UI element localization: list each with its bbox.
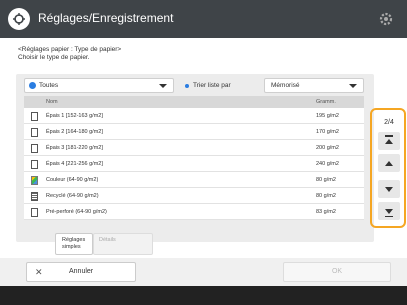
chevron-down-icon [159, 84, 167, 88]
arrow-up-icon [385, 160, 393, 166]
detail-label: Détails [99, 237, 116, 243]
filter-dropdown[interactable]: Toutes [24, 78, 174, 93]
page-title: Réglages/Enregistrement [38, 11, 174, 25]
filter-dot-icon [29, 82, 36, 89]
sort-label-text: Trier liste par [193, 82, 231, 89]
row-name: Couleur (64-90 g/m2) [46, 177, 99, 183]
sort-dot-icon [185, 84, 189, 88]
cancel-label: Annuler [69, 268, 94, 275]
row-thickness: 80 g/m2 [316, 177, 336, 183]
row-name: Épais 3 [181-220 g/m2] [46, 145, 103, 151]
arrow-up-icon [385, 138, 393, 144]
row-name: Épais 2 [164-180 g/m2] [46, 129, 103, 135]
instruction-line-2: Choisir le type de papier. [18, 54, 90, 61]
table-row[interactable]: Pré-perforé (64-90 g/m2) 83 g/m2 [24, 204, 364, 220]
table-row[interactable]: Épais 4 [221-256 g/m2] 240 g/m2 [24, 156, 364, 172]
gear-icon[interactable] [377, 10, 395, 28]
close-icon: ✕ [35, 267, 43, 277]
sort-value: Mémorisé [271, 82, 300, 89]
settings-wrench-icon [8, 8, 30, 30]
row-thickness: 200 g/m2 [316, 145, 339, 151]
paper-type-panel: Toutes Trier liste par Mémorisé Nom Gram… [16, 74, 374, 242]
row-thickness: 240 g/m2 [316, 161, 339, 167]
instruction-line-1: <Réglages papier : Type de papier> [18, 46, 122, 53]
instructions: <Réglages papier : Type de papier> Chois… [18, 46, 121, 62]
scroll-up-button[interactable] [378, 154, 400, 172]
row-thickness: 80 g/m2 [316, 193, 336, 199]
column-header-thickness: Gramm. [316, 99, 336, 105]
table-row[interactable]: Épais 2 [164-180 g/m2] 170 g/m2 [24, 124, 364, 140]
arrow-down-icon [385, 186, 393, 192]
sort-label: Trier liste par [183, 78, 243, 93]
footer-bar [0, 286, 407, 305]
paper-icon [31, 144, 38, 153]
chevron-down-icon [349, 84, 357, 88]
paper-type-table: Nom Gramm. Épais 1 [152-163 g/m2] 195 g/… [24, 96, 364, 220]
column-header-name: Nom [46, 99, 58, 105]
row-name: Épais 1 [152-163 g/m2] [46, 113, 103, 119]
recycled-paper-icon [31, 192, 38, 201]
table-header: Nom Gramm. [24, 96, 364, 108]
filter-value: Toutes [39, 82, 59, 89]
title-bar: Réglages/Enregistrement [0, 0, 407, 38]
page-counter: 2/4 [384, 118, 394, 126]
paper-icon [31, 128, 38, 137]
ok-label: OK [331, 268, 343, 275]
row-name: Recyclé (64-90 g/m2) [46, 193, 99, 199]
row-name: Pré-perforé (64-90 g/m2) [46, 209, 107, 215]
table-row[interactable]: Recyclé (64-90 g/m2) 80 g/m2 [24, 188, 364, 204]
scroll-down-button[interactable] [378, 180, 400, 198]
row-name: Épais 4 [221-256 g/m2] [46, 161, 103, 167]
simple-settings-label: Réglages simples [62, 237, 86, 250]
simple-settings-button[interactable]: Réglages simples [55, 233, 93, 255]
arrow-down-icon [385, 208, 393, 214]
sort-dropdown[interactable]: Mémorisé [264, 78, 364, 93]
bottom-bar-icon [385, 215, 393, 217]
ok-button[interactable]: OK [283, 262, 391, 282]
paper-icon [31, 208, 38, 217]
table-row[interactable]: Couleur (64-90 g/m2) 80 g/m2 [24, 172, 364, 188]
bottom-bar: ✕ Annuler OK [0, 258, 407, 286]
row-thickness: 83 g/m2 [316, 209, 336, 215]
scroll-bottom-button[interactable] [378, 202, 400, 220]
top-bar-icon [385, 135, 393, 137]
row-thickness: 195 g/m2 [316, 113, 339, 119]
table-row[interactable]: Épais 3 [181-220 g/m2] 200 g/m2 [24, 140, 364, 156]
table-row[interactable]: Épais 1 [152-163 g/m2] 195 g/m2 [24, 108, 364, 124]
paper-icon [31, 112, 38, 121]
cancel-button[interactable]: ✕ Annuler [26, 262, 136, 282]
scroll-controls: 2/4 [370, 108, 406, 228]
row-thickness: 170 g/m2 [316, 129, 339, 135]
scroll-top-button[interactable] [378, 132, 400, 150]
color-paper-icon [31, 176, 38, 185]
paper-icon [31, 160, 38, 169]
detail-button[interactable]: Détails [93, 233, 153, 255]
